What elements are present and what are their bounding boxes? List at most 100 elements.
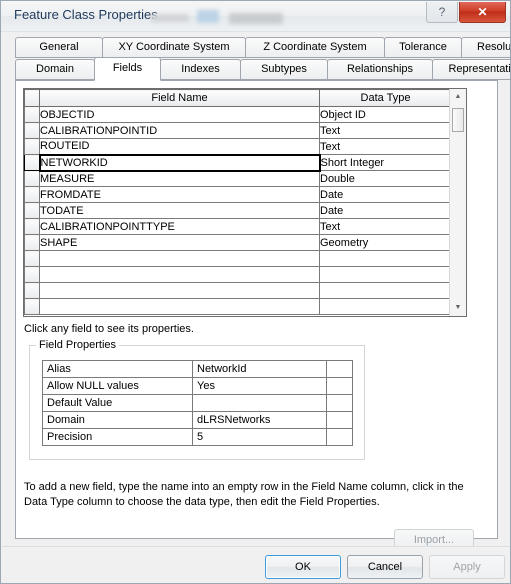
redacted-title-artifact-1 (151, 14, 189, 22)
row-selector-cell[interactable] (24, 106, 40, 123)
property-row[interactable]: Precision 5 (42, 428, 353, 446)
property-extra-cell[interactable] (326, 360, 353, 378)
row-selector-cell[interactable] (24, 282, 40, 299)
tab-z-coordinate-system[interactable]: Z Coordinate System (245, 37, 385, 58)
ok-button[interactable]: OK (265, 555, 341, 579)
window-title: Feature Class Properties (14, 7, 158, 22)
feature-class-properties-window: Feature Class Properties ? ✕ General XY … (0, 0, 511, 584)
row-selector-cell[interactable] (24, 138, 40, 155)
data-type-cell[interactable] (319, 282, 452, 299)
data-type-cell[interactable] (319, 266, 452, 283)
property-row[interactable]: Allow NULL values Yes (42, 377, 353, 395)
close-button[interactable]: ✕ (459, 2, 506, 23)
property-row[interactable]: Domain dLRSNetworks (42, 411, 353, 429)
table-row[interactable]: NETWORKID Short Integer (24, 153, 452, 172)
tab-tolerance[interactable]: Tolerance (384, 37, 462, 58)
table-row[interactable]: CALIBRATIONPOINTTYPE Text (24, 218, 452, 235)
tab-indexes[interactable]: Indexes (160, 59, 241, 80)
data-type-header[interactable]: Data Type (319, 89, 452, 107)
scroll-up-arrow-icon[interactable]: ▲ (450, 89, 466, 105)
fields-tab-panel: Field Name Data Type OBJECTID Object ID CA… (15, 80, 498, 552)
tab-relationships[interactable]: Relationships (327, 59, 433, 80)
field-name-cell[interactable]: SHAPE (39, 234, 320, 251)
property-row[interactable]: Default Value (42, 394, 353, 412)
row-selector-cell[interactable] (24, 202, 40, 219)
field-name-cell[interactable] (39, 298, 320, 315)
field-name-cell[interactable]: MEASURE (39, 170, 320, 187)
tab-subtypes[interactable]: Subtypes (240, 59, 328, 80)
data-type-cell[interactable]: Date (319, 186, 452, 203)
scroll-down-arrow-icon[interactable]: ▼ (450, 300, 466, 316)
field-name-cell[interactable] (39, 282, 320, 299)
row-selector-cell[interactable] (24, 186, 40, 203)
field-name-cell[interactable] (39, 250, 320, 267)
field-name-cell[interactable]: NETWORKID (38, 153, 321, 172)
property-extra-cell[interactable] (326, 428, 353, 446)
table-row[interactable]: MEASURE Double (24, 170, 452, 187)
help-button[interactable]: ? (426, 2, 458, 23)
property-value-cell[interactable] (192, 394, 327, 412)
data-type-cell[interactable]: Date (319, 202, 452, 219)
property-value-cell[interactable]: NetworkId (192, 360, 327, 378)
data-type-cell[interactable]: Double (319, 170, 452, 187)
field-properties-legend: Field Properties (36, 339, 120, 351)
table-row[interactable]: SHAPE Geometry (24, 234, 452, 251)
table-row[interactable] (24, 266, 452, 283)
row-selector-cell[interactable] (24, 122, 40, 139)
title-bar: Feature Class Properties ? ✕ (1, 1, 510, 32)
row-selector-cell[interactable] (24, 234, 40, 251)
data-type-cell[interactable]: Geometry (319, 234, 452, 251)
data-type-cell[interactable]: Text (319, 218, 452, 235)
property-extra-cell[interactable] (326, 394, 353, 412)
tab-xy-coordinate-system[interactable]: XY Coordinate System (102, 37, 246, 58)
tab-fields[interactable]: Fields (94, 57, 161, 81)
field-name-cell[interactable]: FROMDATE (39, 186, 320, 203)
table-row[interactable]: CALIBRATIONPOINTID Text (24, 122, 452, 139)
table-row[interactable]: FROMDATE Date (24, 186, 452, 203)
row-selector-cell[interactable] (24, 154, 40, 171)
dialog-button-bar: OK Cancel Apply (2, 546, 510, 583)
property-extra-cell[interactable] (326, 377, 353, 395)
field-name-cell[interactable]: CALIBRATIONPOINTTYPE (39, 218, 320, 235)
property-value-cell[interactable]: 5 (192, 428, 327, 446)
apply-button[interactable]: Apply (429, 555, 505, 579)
row-selector-cell[interactable] (24, 170, 40, 187)
scrollbar-thumb[interactable] (452, 108, 464, 132)
fields-grid[interactable]: Field Name Data Type OBJECTID Object ID CA… (23, 88, 467, 317)
cancel-button[interactable]: Cancel (347, 555, 423, 579)
redacted-title-artifact-3 (229, 13, 283, 24)
fields-grid-table: Field Name Data Type OBJECTID Object ID CA… (24, 89, 452, 315)
grid-vertical-scrollbar[interactable]: ▲ ▼ (449, 89, 466, 316)
row-selector-cell[interactable] (24, 250, 40, 267)
tab-representations[interactable]: Representations (432, 59, 510, 80)
field-name-cell[interactable]: ROUTEID (39, 138, 320, 155)
data-type-cell[interactable]: Short Integer (319, 154, 452, 171)
data-type-cell[interactable]: Text (319, 122, 452, 139)
field-name-cell[interactable] (39, 266, 320, 283)
row-selector-cell[interactable] (24, 218, 40, 235)
table-row[interactable] (24, 250, 452, 267)
data-type-cell[interactable]: Text (319, 138, 452, 155)
data-type-cell[interactable]: Object ID (319, 106, 452, 123)
property-extra-cell[interactable] (326, 411, 353, 429)
property-row[interactable]: Alias NetworkId (42, 360, 353, 378)
property-value-cell[interactable]: Yes (192, 377, 327, 395)
field-name-cell[interactable]: CALIBRATIONPOINTID (39, 122, 320, 139)
field-name-cell[interactable]: OBJECTID (39, 106, 320, 123)
row-selector-cell[interactable] (24, 266, 40, 283)
data-type-cell[interactable] (319, 250, 452, 267)
table-row[interactable] (24, 298, 452, 315)
table-row[interactable] (24, 282, 452, 299)
field-properties-table: Alias NetworkId Allow NULL values Yes Defaul… (42, 360, 353, 446)
property-value-cell[interactable]: dLRSNetworks (192, 411, 327, 429)
field-name-cell[interactable]: TODATE (39, 202, 320, 219)
table-row[interactable]: ROUTEID Text (24, 138, 452, 155)
row-selector-cell[interactable] (24, 298, 40, 315)
tab-resolution[interactable]: Resolution (461, 37, 510, 58)
field-name-header[interactable]: Field Name (39, 89, 320, 107)
tab-domain[interactable]: Domain (15, 59, 95, 80)
data-type-cell[interactable] (319, 298, 452, 315)
tab-general[interactable]: General (15, 37, 103, 58)
table-row[interactable]: OBJECTID Object ID (24, 106, 452, 123)
table-row[interactable]: TODATE Date (24, 202, 452, 219)
